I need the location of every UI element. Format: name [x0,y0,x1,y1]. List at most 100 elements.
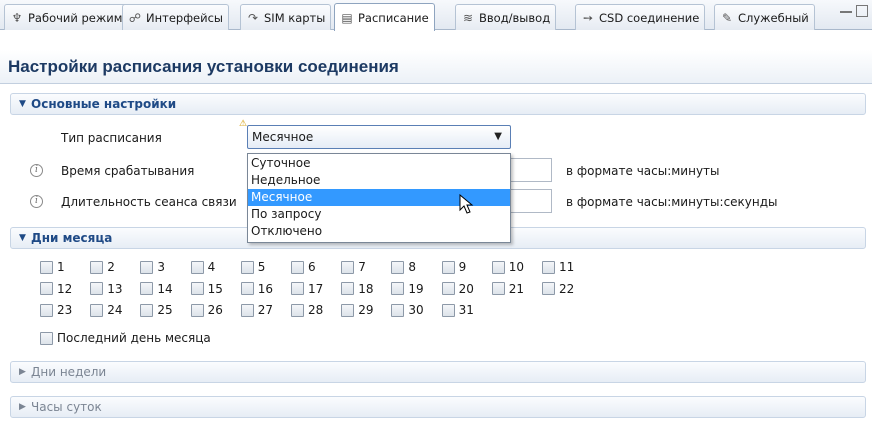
checkbox[interactable] [90,303,104,317]
day-checkbox-item[interactable]: 13 [90,282,122,296]
day-checkbox-item[interactable]: 5 [240,260,265,274]
tab-interfaces[interactable]: ☍ Интерфейсы [122,4,229,30]
section-week-days[interactable]: ▶ Дни недели [10,361,866,383]
day-checkbox-item[interactable]: 1 [40,260,65,274]
day-checkbox-item[interactable]: 16 [240,282,273,296]
day-checkbox-item[interactable]: 12 [40,282,72,296]
day-label: 30 [408,303,424,317]
checkbox[interactable] [542,282,555,295]
io-icon: ≋ [462,10,474,25]
section-basic-settings[interactable]: ▼ Основные настройки [10,93,866,115]
checkbox[interactable] [341,303,355,317]
trigger-time-input[interactable] [510,158,552,182]
day-checkbox-item[interactable]: 20 [441,282,474,296]
dropdown-option[interactable]: Недельное [248,172,510,189]
checkbox[interactable] [391,282,405,295]
checkbox[interactable] [491,260,505,274]
expand-triangle-icon: ▼ [19,99,26,109]
schedule-type-value: Месячное [252,130,314,144]
checkbox[interactable] [441,260,455,274]
day-checkbox-item[interactable]: 2 [90,260,115,274]
section-title: Дни месяца [31,231,113,245]
day-checkbox-item[interactable]: 25 [140,303,173,317]
day-label: 18 [358,281,374,296]
tab-csd-connection[interactable]: ➙ CSD соединение [575,4,706,30]
checkbox[interactable] [542,260,555,274]
checkbox[interactable] [441,303,455,317]
minimize-icon[interactable] [840,7,852,13]
day-label: 7 [358,260,366,274]
day-checkbox-item[interactable]: 17 [291,282,323,296]
checkbox[interactable] [291,282,304,295]
day-label: 8 [408,260,417,274]
day-checkbox-item[interactable]: 22 [542,282,574,296]
day-checkbox-item[interactable]: 3 [140,260,165,274]
checkbox[interactable] [291,260,304,274]
day-checkbox-item[interactable]: 28 [291,303,323,317]
tab-sim-cards[interactable]: ↷ SIM карты [240,4,332,30]
checkbox[interactable] [291,303,304,317]
session-duration-label: Длительность сеанса связи [61,195,237,209]
day-checkbox-item[interactable]: 14 [140,282,173,296]
dropdown-option[interactable]: Отключено [248,223,510,240]
schedule-type-label: Тип расписания [61,131,162,145]
wrench-icon: ✎ [721,10,733,25]
tab-service[interactable]: ✎ Служебный [714,4,815,30]
day-checkbox-item[interactable]: 9 [441,260,466,274]
tab-io[interactable]: ≋ Ввод/вывод [455,4,557,30]
day-checkbox-item[interactable]: 4 [190,260,215,274]
day-checkbox-item[interactable]: 23 [40,303,72,317]
day-checkbox-item[interactable]: 11 [542,260,574,274]
day-checkbox-item[interactable]: 21 [491,282,524,296]
session-duration-input[interactable] [510,189,552,213]
day-checkbox-item[interactable]: 26 [190,303,223,317]
checkbox[interactable] [190,260,204,274]
checkbox[interactable] [391,303,405,317]
day-checkbox-item[interactable]: 24 [90,303,122,317]
checkbox[interactable] [190,303,204,317]
checkbox[interactable] [240,260,254,274]
checkbox[interactable] [341,282,355,295]
section-day-hours[interactable]: ▶ Часы суток [10,396,866,418]
day-checkbox-item[interactable]: 19 [391,282,424,296]
day-label: 3 [157,260,166,274]
day-label: 23 [57,303,73,317]
day-checkbox-item[interactable]: 30 [391,303,424,317]
tab-work-mode[interactable]: ♆ Рабочий режим [4,4,129,30]
trigger-time-hint: в формате часы:минуты [566,164,720,178]
day-checkbox-item[interactable]: 8 [391,260,416,274]
schedule-type-select[interactable]: Месячное ▼ [247,125,511,149]
checkbox[interactable] [391,260,405,274]
checkbox[interactable] [491,282,505,295]
schedule-icon: ▤ [341,10,353,25]
checkbox[interactable] [40,303,53,317]
day-checkbox-item[interactable]: 6 [291,260,316,274]
day-checkbox-item[interactable]: 29 [341,303,373,317]
checkbox[interactable] [40,260,53,274]
last-day-label: Последний день месяца [57,331,211,345]
checkbox[interactable] [240,303,254,317]
arrow-right-icon: ➙ [582,10,594,25]
day-checkbox-item[interactable]: 27 [240,303,273,317]
checkbox[interactable] [140,260,154,274]
checkbox[interactable] [40,282,53,295]
day-checkbox-item[interactable]: 7 [341,260,366,274]
checkbox[interactable] [190,282,204,295]
day-checkbox-item[interactable]: 15 [190,282,223,296]
dropdown-option[interactable]: Суточное [248,155,510,172]
last-day-of-month-option[interactable]: Последний день месяца [40,331,211,345]
checkbox[interactable] [90,282,104,295]
tab-label: Расписание [358,10,429,25]
checkbox[interactable] [140,303,154,317]
checkbox[interactable] [341,260,355,274]
day-checkbox-item[interactable]: 18 [341,282,373,296]
checkbox[interactable] [90,260,104,274]
day-checkbox-item[interactable]: 31 [441,303,474,317]
maximize-icon[interactable] [856,5,868,17]
checkbox[interactable] [240,282,254,295]
checkbox[interactable] [441,282,455,295]
tab-schedule[interactable]: ▤ Расписание [334,3,435,31]
checkbox[interactable] [40,331,53,345]
checkbox[interactable] [140,282,154,295]
day-checkbox-item[interactable]: 10 [491,260,524,274]
